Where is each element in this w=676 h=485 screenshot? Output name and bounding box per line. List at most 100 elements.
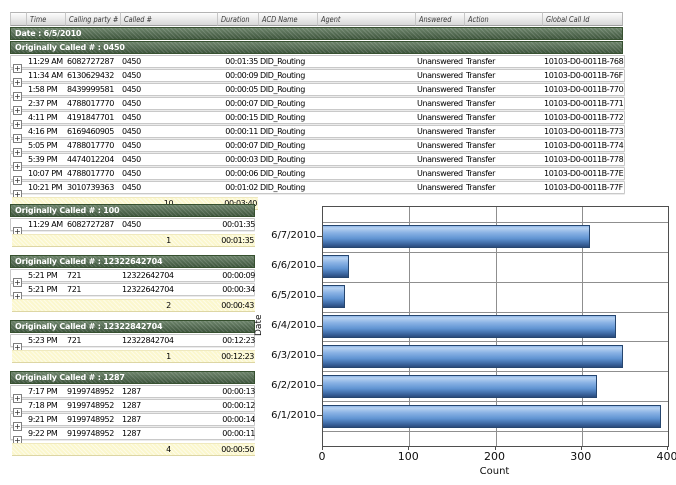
date-group-header: Date : 6/5/2010 <box>10 27 623 40</box>
cell-calling: 8439999581 <box>66 84 121 95</box>
column-header-label: Time <box>30 13 46 26</box>
cell-action: Transfer <box>465 98 543 109</box>
table-row: +4:16 PM6169460905045000:00:11DID_Routin… <box>10 125 625 138</box>
summary-row: 100:01:35 <box>12 234 257 247</box>
cell-called: 0450 <box>121 112 218 123</box>
y-tick-mark <box>317 326 322 327</box>
cell-answered: Unanswered <box>416 112 465 123</box>
cell-time: 5:21 PM <box>27 270 66 281</box>
table-row: +11:29 AM6082727287045000:01:35 <box>10 218 255 231</box>
summary-spacer <box>12 443 120 456</box>
expand-cell: + <box>11 168 27 179</box>
expand-cell: + <box>11 98 27 109</box>
group-table: Originally Called # : 1287+7:17 PM919974… <box>10 371 257 456</box>
expand-cell: + <box>11 126 27 137</box>
horizontal-gridline <box>323 401 668 402</box>
cell-called: 12322842704 <box>121 335 218 346</box>
cell-acd: DID_Routing <box>259 112 318 123</box>
cell-time: 5:23 PM <box>27 335 66 346</box>
cell-acd: DID_Routing <box>259 84 318 95</box>
cell-global: 10103-D0-0011B-774 <box>543 140 624 151</box>
expand-cell: + <box>11 335 27 346</box>
expand-cell: + <box>11 428 27 439</box>
cell-duration: 00:00:09 <box>218 70 259 81</box>
summary-spacer <box>12 299 120 312</box>
y-tick-mark <box>317 296 322 297</box>
x-tick-label: 100 <box>386 450 430 463</box>
expand-cell: + <box>11 386 27 397</box>
horizontal-gridline <box>323 222 668 223</box>
table-row: +10:07 PM4788017770045000:00:06DID_Routi… <box>10 167 625 180</box>
cell-calling: 6169460905 <box>66 126 121 137</box>
expand-cell: + <box>11 84 27 95</box>
cell-answered: Unanswered <box>416 168 465 179</box>
y-tick-label: 6/4/2010 <box>258 320 316 331</box>
column-header-acd: ACD Name <box>258 12 317 26</box>
cell-called: 0450 <box>121 70 218 81</box>
horizontal-gridline <box>323 312 668 313</box>
group-header: Originally Called # : 12322842704 <box>10 320 255 333</box>
cell-global: 10103-D0-0011B-771 <box>543 98 624 109</box>
table-row: +4:11 PM4191847701045000:00:15DID_Routin… <box>10 111 625 124</box>
cell-called: 0450 <box>121 168 218 179</box>
cell-time: 5:39 PM <box>27 154 66 165</box>
table-row: +5:21 PM7211232264270400:00:09 <box>10 269 255 282</box>
summary-count: 1 <box>120 234 217 247</box>
cell-calling: 721 <box>66 284 121 295</box>
cell-agent <box>318 168 416 179</box>
cell-called: 0450 <box>121 182 218 193</box>
y-tick-label: 6/6/2010 <box>258 260 316 271</box>
horizontal-gridline <box>323 252 668 253</box>
group-header: Originally Called # : 1287 <box>10 371 255 384</box>
cell-duration: 00:00:15 <box>218 112 259 123</box>
column-header-called: Called # <box>120 12 217 26</box>
cell-agent <box>318 84 416 95</box>
cell-calling: 6082727287 <box>66 219 121 230</box>
cell-time: 2:37 PM <box>27 98 66 109</box>
cell-time: 7:18 PM <box>27 400 66 411</box>
table-row: +11:34 AM6130629432045000:00:09DID_Routi… <box>10 69 625 82</box>
expand-cell: + <box>11 182 27 193</box>
expand-cell: + <box>11 400 27 411</box>
cell-time: 5:21 PM <box>27 284 66 295</box>
table-row: +7:17 PM9199748952128700:00:13 <box>10 385 255 398</box>
cell-agent <box>318 56 416 67</box>
bar-6-3-2010 <box>323 345 623 368</box>
cell-calling: 9199748952 <box>66 400 121 411</box>
bar-6-6-2010 <box>323 255 349 278</box>
cell-global: 10103-D0-0011B-772 <box>543 112 624 123</box>
cell-called: 0450 <box>121 140 218 151</box>
summary-count: 4 <box>120 443 217 456</box>
cell-time: 4:16 PM <box>27 126 66 137</box>
table-row: +11:29 AM6082727287045000:01:35DID_Routi… <box>10 55 625 68</box>
cell-action: Transfer <box>465 112 543 123</box>
column-header-label: ACD Name <box>262 13 298 26</box>
table-row: +9:22 PM9199748952128700:00:11 <box>10 427 255 440</box>
expand-cell: + <box>11 112 27 123</box>
table-row: +5:05 PM4788017770045000:00:07DID_Routin… <box>10 139 625 152</box>
y-tick-mark <box>317 415 322 416</box>
cell-calling: 4788017770 <box>66 98 121 109</box>
summary-count: 2 <box>120 299 217 312</box>
calls-per-day-chart: Date Count 6/7/20106/6/20106/5/20106/4/2… <box>250 192 676 485</box>
cell-global: 10103-D0-0011B-773 <box>543 126 624 137</box>
group-table: Originally Called # : 12322842704+5:23 P… <box>10 320 257 363</box>
cell-global: 10103-D0-0011B-778 <box>543 154 624 165</box>
column-header-calling: Calling party # <box>65 12 120 26</box>
x-tick-label: 200 <box>473 450 517 463</box>
table-row: +9:21 PM9199748952128700:00:14 <box>10 413 255 426</box>
cell-calling: 6082727287 <box>66 56 121 67</box>
column-header-label: Calling party # <box>69 13 118 26</box>
cell-time: 1:58 PM <box>27 84 66 95</box>
cell-time: 7:17 PM <box>27 386 66 397</box>
group-header: Originally Called # : 12322642704 <box>10 255 255 268</box>
y-tick-label: 6/7/2010 <box>258 230 316 241</box>
cell-called: 0450 <box>121 126 218 137</box>
bar-6-4-2010 <box>323 315 616 338</box>
expand-cell: + <box>11 154 27 165</box>
chart-plot-area <box>322 206 669 447</box>
column-header-label: Duration <box>221 13 249 26</box>
y-tick-mark <box>317 355 322 356</box>
table-row: +5:23 PM7211232284270400:12:23 <box>10 334 255 347</box>
expand-cell: + <box>11 414 27 425</box>
